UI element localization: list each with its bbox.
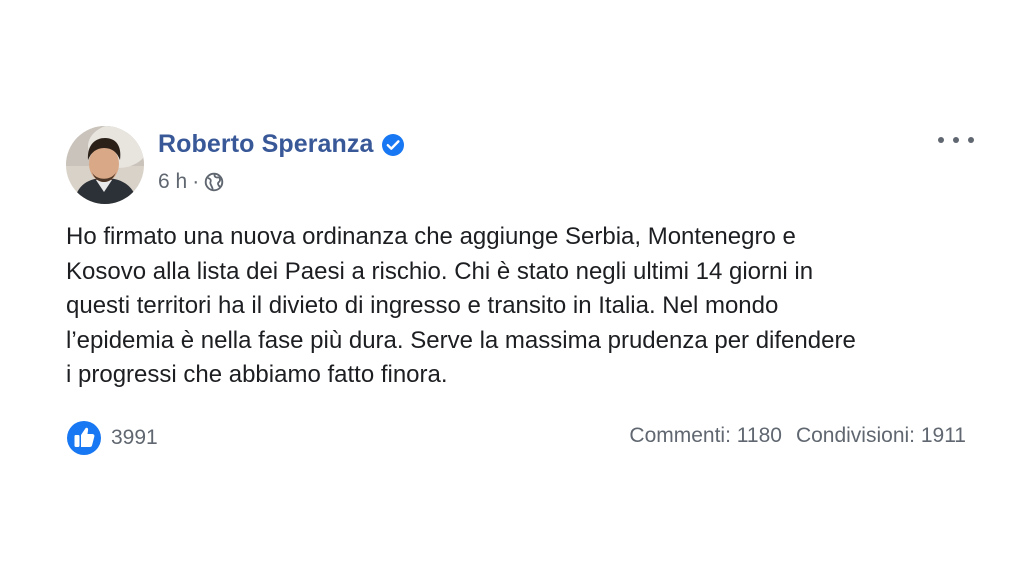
post-text-line: i progressi che abbiamo fatto finora. [66, 361, 448, 389]
meta-separator: · [192, 170, 200, 193]
like-icon [66, 420, 102, 456]
like-count: 3991 [111, 426, 158, 449]
post-text: Ho firmato una nuova ordinanza che aggiu… [66, 220, 966, 393]
more-dot [938, 137, 944, 143]
more-dot [968, 137, 974, 143]
post-stats: Commenti: 1180 Condivisioni: 1911 [629, 424, 966, 448]
comments-count-link[interactable]: Commenti: 1180 [629, 424, 782, 448]
verified-badge-icon [381, 133, 405, 157]
reactions-summary[interactable]: 3991 [66, 420, 158, 456]
post-text-line: Kosovo alla lista dei Paesi a rischio. C… [66, 257, 814, 285]
post-text-line: Ho firmato una nuova ordinanza che aggiu… [66, 223, 796, 250]
post-meta: 6 h · [158, 170, 224, 194]
more-options-icon[interactable] [938, 130, 974, 150]
avatar[interactable] [66, 126, 144, 204]
post-time[interactable]: 6 h [158, 170, 187, 194]
post-text-line: l’epidemia è nella fase più dura. Serve … [66, 326, 856, 354]
author-name[interactable]: Roberto Speranza [158, 130, 374, 159]
more-dot [953, 137, 959, 143]
facebook-post: Roberto Speranza 6 h · Ho firmato una nu… [0, 0, 1024, 576]
globe-icon[interactable] [204, 172, 224, 192]
post-header: Roberto Speranza [158, 130, 405, 159]
post-text-line: questi territori ha il divieto di ingres… [66, 292, 779, 320]
shares-count-link[interactable]: Condivisioni: 1911 [796, 424, 966, 448]
